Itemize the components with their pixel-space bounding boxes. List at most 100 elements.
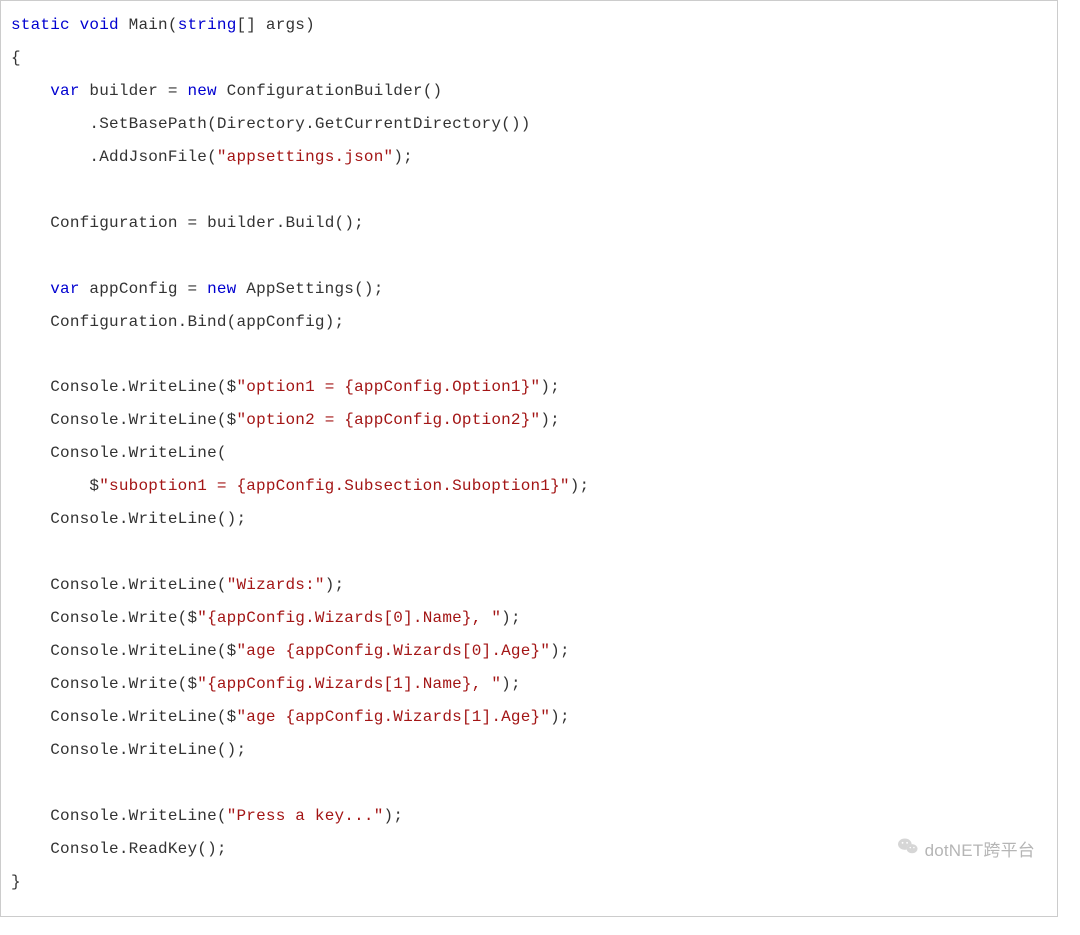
token-pln: ReadKey bbox=[129, 840, 198, 858]
token-pun: . bbox=[178, 313, 188, 331]
token-pln: args bbox=[266, 16, 305, 34]
token-pln: WriteLine bbox=[129, 642, 217, 660]
token-pun: . bbox=[119, 378, 129, 396]
token-pun: ); bbox=[325, 313, 345, 331]
token-pun: ); bbox=[501, 675, 521, 693]
token-str: "age {appConfig.Wizards[0].Age}" bbox=[236, 642, 550, 660]
code-line: static void Main(string[] args) bbox=[11, 16, 315, 34]
token-pln: Console bbox=[50, 708, 119, 726]
token-str: "{appConfig.Wizards[0].Name}, " bbox=[197, 609, 501, 627]
code-line: Console.WriteLine($"option2 = {appConfig… bbox=[11, 411, 560, 429]
token-pun: . bbox=[119, 609, 129, 627]
code-line: Configuration = builder.Build(); bbox=[11, 214, 364, 232]
token-pun: } bbox=[11, 873, 21, 891]
code-line: .AddJsonFile("appsettings.json"); bbox=[11, 148, 413, 166]
token-pln: Configuration bbox=[50, 214, 187, 232]
token-kw: static bbox=[11, 16, 70, 34]
token-pln bbox=[119, 16, 129, 34]
token-pun: . bbox=[305, 115, 315, 133]
token-pun: ( bbox=[217, 807, 227, 825]
token-pun: ($ bbox=[217, 411, 237, 429]
token-pun: . bbox=[119, 510, 129, 528]
token-pln: WriteLine bbox=[129, 378, 217, 396]
code-line: Console.Write($"{appConfig.Wizards[1].Na… bbox=[11, 675, 521, 693]
token-str: "Press a key..." bbox=[227, 807, 384, 825]
code-line: Console.Write($"{appConfig.Wizards[0].Na… bbox=[11, 609, 521, 627]
token-pun: . bbox=[119, 642, 129, 660]
token-pun: ); bbox=[540, 378, 560, 396]
token-pun: . bbox=[119, 411, 129, 429]
token-pln: Console bbox=[50, 411, 119, 429]
token-pun: (); bbox=[354, 280, 383, 298]
token-pun: . bbox=[119, 444, 129, 462]
token-pln: Console bbox=[50, 510, 119, 528]
token-pun: (); bbox=[335, 214, 364, 232]
token-pun: ( bbox=[227, 313, 237, 331]
code-line: { bbox=[11, 49, 21, 67]
token-pun: . bbox=[89, 115, 99, 133]
token-pln: appConfig bbox=[80, 280, 188, 298]
token-pun: ); bbox=[384, 807, 404, 825]
token-pln: Write bbox=[129, 675, 178, 693]
token-pun: ($ bbox=[217, 378, 237, 396]
token-pun: (); bbox=[217, 741, 246, 759]
token-pun: . bbox=[119, 807, 129, 825]
token-pln: WriteLine bbox=[129, 510, 217, 528]
token-pun: . bbox=[119, 741, 129, 759]
token-pln: WriteLine bbox=[129, 411, 217, 429]
code-line: .SetBasePath(Directory.GetCurrentDirecto… bbox=[11, 115, 531, 133]
token-pln: Console bbox=[50, 378, 119, 396]
token-pun: . bbox=[119, 675, 129, 693]
token-pun: . bbox=[119, 840, 129, 858]
token-kw: void bbox=[80, 16, 119, 34]
token-pun: ); bbox=[550, 708, 570, 726]
token-str: "appsettings.json" bbox=[217, 148, 393, 166]
token-pun: ); bbox=[570, 477, 590, 495]
code-line: var appConfig = new AppSettings(); bbox=[11, 280, 384, 298]
code-line: Console.WriteLine(); bbox=[11, 741, 246, 759]
token-str: "{appConfig.Wizards[1].Name}, " bbox=[197, 675, 501, 693]
code-line: Console.ReadKey(); bbox=[11, 840, 227, 858]
token-pln: AddJsonFile bbox=[99, 148, 207, 166]
token-pun: ( bbox=[217, 576, 227, 594]
token-pln: builder bbox=[80, 82, 168, 100]
token-pun: [] bbox=[237, 16, 266, 34]
token-pln: Console bbox=[50, 642, 119, 660]
token-kw: new bbox=[187, 82, 216, 100]
code-line: Console.WriteLine($"age {appConfig.Wizar… bbox=[11, 642, 570, 660]
token-pun: ($ bbox=[178, 675, 198, 693]
token-str: "age {appConfig.Wizards[1].Age}" bbox=[236, 708, 550, 726]
token-pun: ); bbox=[393, 148, 413, 166]
code-line: Console.WriteLine("Press a key..."); bbox=[11, 807, 403, 825]
code-line: Console.WriteLine("Wizards:"); bbox=[11, 576, 344, 594]
token-str: "option2 = {appConfig.Option2}" bbox=[236, 411, 540, 429]
token-pun: ( bbox=[207, 115, 217, 133]
token-pun: = bbox=[187, 280, 207, 298]
token-pln: GetCurrentDirectory bbox=[315, 115, 501, 133]
token-pln: AppSettings bbox=[236, 280, 354, 298]
code-line: var builder = new ConfigurationBuilder() bbox=[11, 82, 442, 100]
token-pun: ($ bbox=[178, 609, 198, 627]
token-pln: WriteLine bbox=[129, 708, 217, 726]
token-pun: ()) bbox=[501, 115, 530, 133]
code-line: Console.WriteLine($"option1 = {appConfig… bbox=[11, 378, 560, 396]
token-str: "option1 = {appConfig.Option1}" bbox=[236, 378, 540, 396]
token-pln: Console bbox=[50, 675, 119, 693]
token-pln: WriteLine bbox=[129, 576, 217, 594]
code-line: Configuration.Bind(appConfig); bbox=[11, 313, 344, 331]
token-pun: { bbox=[11, 49, 21, 67]
token-pun: . bbox=[89, 148, 99, 166]
token-pln: WriteLine bbox=[129, 741, 217, 759]
token-kw: string bbox=[178, 16, 237, 34]
token-pun: ); bbox=[501, 609, 521, 627]
token-pln: ConfigurationBuilder bbox=[217, 82, 423, 100]
token-kw: var bbox=[50, 82, 79, 100]
token-str: "suboption1 = {appConfig.Subsection.Subo… bbox=[99, 477, 569, 495]
token-pln: Directory bbox=[217, 115, 305, 133]
token-pun: . bbox=[119, 576, 129, 594]
code-line: Console.WriteLine( bbox=[11, 444, 227, 462]
token-pun: = bbox=[168, 82, 188, 100]
token-pun: ); bbox=[550, 642, 570, 660]
token-pun: () bbox=[423, 82, 443, 100]
code-line: Console.WriteLine(); bbox=[11, 510, 246, 528]
